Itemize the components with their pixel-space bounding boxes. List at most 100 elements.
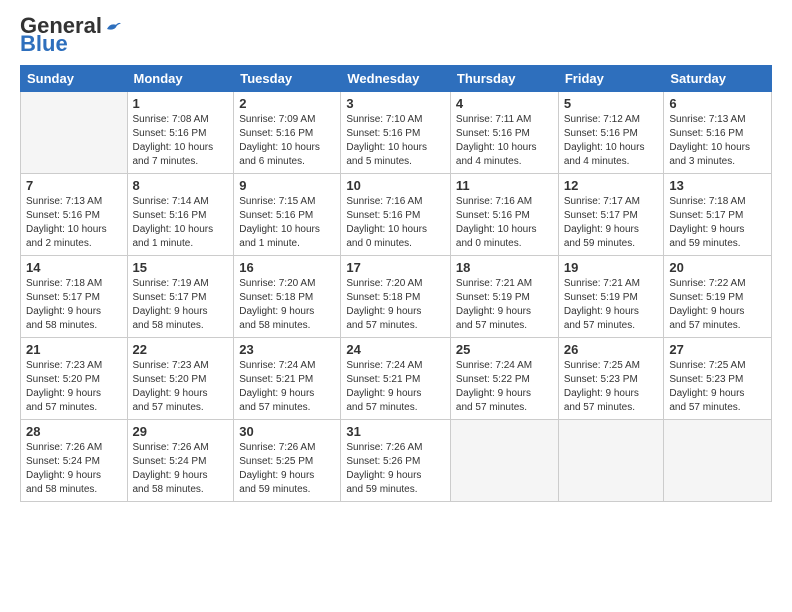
week-row-5: 28 Sunrise: 7:26 AM Sunset: 5:24 PM Dayli…	[21, 420, 772, 502]
day-cell	[21, 92, 128, 174]
week-row-2: 7 Sunrise: 7:13 AM Sunset: 5:16 PM Daylig…	[21, 174, 772, 256]
day-detail: Sunrise: 7:23 AM Sunset: 5:20 PM Dayligh…	[26, 359, 122, 415]
day-number: 3	[346, 96, 445, 111]
day-number: 26	[564, 342, 659, 357]
day-detail: Sunrise: 7:18 AM Sunset: 5:17 PM Dayligh…	[669, 195, 766, 251]
day-number: 13	[669, 178, 766, 193]
day-number: 10	[346, 178, 445, 193]
day-number: 31	[346, 424, 445, 439]
day-detail: Sunrise: 7:20 AM Sunset: 5:18 PM Dayligh…	[239, 277, 335, 333]
day-number: 11	[456, 178, 553, 193]
day-detail: Sunrise: 7:25 AM Sunset: 5:23 PM Dayligh…	[669, 359, 766, 415]
day-number: 12	[564, 178, 659, 193]
day-detail: Sunrise: 7:24 AM Sunset: 5:21 PM Dayligh…	[346, 359, 445, 415]
day-cell: 3 Sunrise: 7:10 AM Sunset: 5:16 PM Daylig…	[341, 92, 451, 174]
day-detail: Sunrise: 7:26 AM Sunset: 5:24 PM Dayligh…	[26, 441, 122, 497]
week-row-3: 14 Sunrise: 7:18 AM Sunset: 5:17 PM Dayli…	[21, 256, 772, 338]
header-wednesday: Wednesday	[341, 66, 451, 92]
header-tuesday: Tuesday	[234, 66, 341, 92]
day-cell: 24 Sunrise: 7:24 AM Sunset: 5:21 PM Dayli…	[341, 338, 451, 420]
day-number: 15	[133, 260, 229, 275]
day-cell: 13 Sunrise: 7:18 AM Sunset: 5:17 PM Dayli…	[664, 174, 772, 256]
day-detail: Sunrise: 7:26 AM Sunset: 5:25 PM Dayligh…	[239, 441, 335, 497]
day-detail: Sunrise: 7:08 AM Sunset: 5:16 PM Dayligh…	[133, 113, 229, 169]
day-number: 14	[26, 260, 122, 275]
day-detail: Sunrise: 7:20 AM Sunset: 5:18 PM Dayligh…	[346, 277, 445, 333]
day-number: 4	[456, 96, 553, 111]
day-detail: Sunrise: 7:14 AM Sunset: 5:16 PM Dayligh…	[133, 195, 229, 251]
day-detail: Sunrise: 7:13 AM Sunset: 5:16 PM Dayligh…	[669, 113, 766, 169]
day-detail: Sunrise: 7:25 AM Sunset: 5:23 PM Dayligh…	[564, 359, 659, 415]
day-cell: 8 Sunrise: 7:14 AM Sunset: 5:16 PM Daylig…	[127, 174, 234, 256]
day-detail: Sunrise: 7:21 AM Sunset: 5:19 PM Dayligh…	[564, 277, 659, 333]
header-thursday: Thursday	[450, 66, 558, 92]
day-cell	[558, 420, 664, 502]
day-cell: 28 Sunrise: 7:26 AM Sunset: 5:24 PM Dayli…	[21, 420, 128, 502]
day-cell: 21Sunrise: 7:23 AM Sunset: 5:20 PM Dayli…	[21, 338, 128, 420]
day-number: 29	[133, 424, 229, 439]
day-detail: Sunrise: 7:23 AM Sunset: 5:20 PM Dayligh…	[133, 359, 229, 415]
day-number: 28	[26, 424, 122, 439]
day-cell	[664, 420, 772, 502]
header-sunday: Sunday	[21, 66, 128, 92]
day-number: 1	[133, 96, 229, 111]
logo-bird-icon	[104, 17, 122, 35]
day-cell: 15Sunrise: 7:19 AM Sunset: 5:17 PM Dayli…	[127, 256, 234, 338]
header-saturday: Saturday	[664, 66, 772, 92]
day-cell: 27 Sunrise: 7:25 AM Sunset: 5:23 PM Dayli…	[664, 338, 772, 420]
header-row: SundayMondayTuesdayWednesdayThursdayFrid…	[21, 66, 772, 92]
day-cell: 19 Sunrise: 7:21 AM Sunset: 5:19 PM Dayli…	[558, 256, 664, 338]
day-number: 2	[239, 96, 335, 111]
day-cell: 23Sunrise: 7:24 AM Sunset: 5:21 PM Dayli…	[234, 338, 341, 420]
day-detail: Sunrise: 7:10 AM Sunset: 5:16 PM Dayligh…	[346, 113, 445, 169]
day-number: 20	[669, 260, 766, 275]
day-cell: 16 Sunrise: 7:20 AM Sunset: 5:18 PM Dayli…	[234, 256, 341, 338]
day-cell: 22Sunrise: 7:23 AM Sunset: 5:20 PM Dayli…	[127, 338, 234, 420]
day-cell: 6 Sunrise: 7:13 AM Sunset: 5:16 PM Daylig…	[664, 92, 772, 174]
day-detail: Sunrise: 7:15 AM Sunset: 5:16 PM Dayligh…	[239, 195, 335, 251]
day-cell: 31 Sunrise: 7:26 AM Sunset: 5:26 PM Dayli…	[341, 420, 451, 502]
day-number: 27	[669, 342, 766, 357]
day-detail: Sunrise: 7:16 AM Sunset: 5:16 PM Dayligh…	[456, 195, 553, 251]
week-row-4: 21Sunrise: 7:23 AM Sunset: 5:20 PM Dayli…	[21, 338, 772, 420]
day-cell: 7 Sunrise: 7:13 AM Sunset: 5:16 PM Daylig…	[21, 174, 128, 256]
day-number: 30	[239, 424, 335, 439]
header-friday: Friday	[558, 66, 664, 92]
day-number: 24	[346, 342, 445, 357]
header: General Blue	[20, 15, 772, 55]
page: General Blue SundayMondayTuesdayWednesda…	[0, 0, 792, 612]
day-detail: Sunrise: 7:16 AM Sunset: 5:16 PM Dayligh…	[346, 195, 445, 251]
day-detail: Sunrise: 7:21 AM Sunset: 5:19 PM Dayligh…	[456, 277, 553, 333]
day-cell: 20Sunrise: 7:22 AM Sunset: 5:19 PM Dayli…	[664, 256, 772, 338]
day-cell: 26 Sunrise: 7:25 AM Sunset: 5:23 PM Dayli…	[558, 338, 664, 420]
day-detail: Sunrise: 7:12 AM Sunset: 5:16 PM Dayligh…	[564, 113, 659, 169]
day-number: 17	[346, 260, 445, 275]
day-detail: Sunrise: 7:13 AM Sunset: 5:16 PM Dayligh…	[26, 195, 122, 251]
day-detail: Sunrise: 7:26 AM Sunset: 5:24 PM Dayligh…	[133, 441, 229, 497]
day-cell: 25Sunrise: 7:24 AM Sunset: 5:22 PM Dayli…	[450, 338, 558, 420]
day-detail: Sunrise: 7:24 AM Sunset: 5:22 PM Dayligh…	[456, 359, 553, 415]
day-number: 6	[669, 96, 766, 111]
day-cell: 18 Sunrise: 7:21 AM Sunset: 5:19 PM Dayli…	[450, 256, 558, 338]
day-cell: 11 Sunrise: 7:16 AM Sunset: 5:16 PM Dayli…	[450, 174, 558, 256]
day-cell: 2Sunrise: 7:09 AM Sunset: 5:16 PM Daylig…	[234, 92, 341, 174]
day-number: 9	[239, 178, 335, 193]
day-number: 16	[239, 260, 335, 275]
day-cell: 29 Sunrise: 7:26 AM Sunset: 5:24 PM Dayli…	[127, 420, 234, 502]
day-detail: Sunrise: 7:26 AM Sunset: 5:26 PM Dayligh…	[346, 441, 445, 497]
day-number: 7	[26, 178, 122, 193]
day-detail: Sunrise: 7:11 AM Sunset: 5:16 PM Dayligh…	[456, 113, 553, 169]
day-number: 18	[456, 260, 553, 275]
day-cell: 10 Sunrise: 7:16 AM Sunset: 5:16 PM Dayli…	[341, 174, 451, 256]
day-number: 19	[564, 260, 659, 275]
day-cell: 14 Sunrise: 7:18 AM Sunset: 5:17 PM Dayli…	[21, 256, 128, 338]
day-cell: 4 Sunrise: 7:11 AM Sunset: 5:16 PM Daylig…	[450, 92, 558, 174]
day-cell: 30 Sunrise: 7:26 AM Sunset: 5:25 PM Dayli…	[234, 420, 341, 502]
day-detail: Sunrise: 7:18 AM Sunset: 5:17 PM Dayligh…	[26, 277, 122, 333]
header-monday: Monday	[127, 66, 234, 92]
logo: General Blue	[20, 15, 122, 55]
day-number: 8	[133, 178, 229, 193]
day-cell: 12Sunrise: 7:17 AM Sunset: 5:17 PM Dayli…	[558, 174, 664, 256]
day-cell: 9 Sunrise: 7:15 AM Sunset: 5:16 PM Daylig…	[234, 174, 341, 256]
calendar-table: SundayMondayTuesdayWednesdayThursdayFrid…	[20, 65, 772, 502]
